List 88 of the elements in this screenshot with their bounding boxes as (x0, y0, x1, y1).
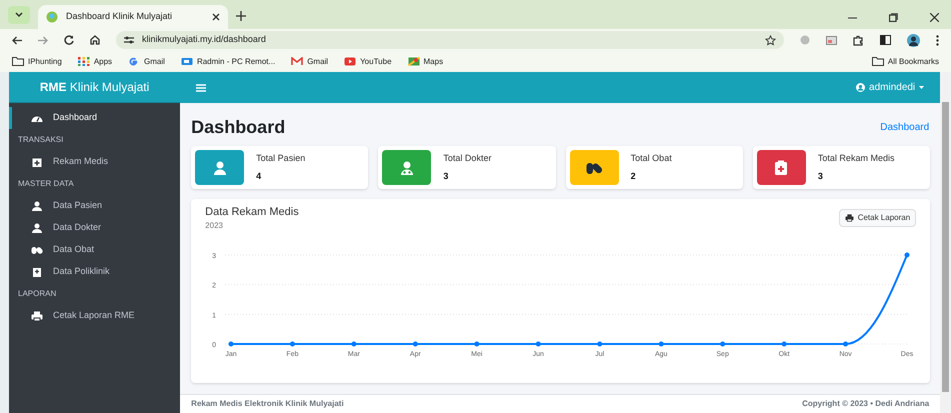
new-tab-icon[interactable] (236, 11, 246, 21)
card-title: Data Rekam Medis (205, 206, 299, 220)
section-header: LAPORAN (17, 288, 58, 300)
bookmark-link[interactable]: Radmin - PC Remot... (196, 56, 276, 68)
caret-icon (919, 86, 924, 89)
side-panel-icon[interactable] (880, 35, 891, 45)
url-text: klinikmulyajati.my.id/dashboard (142, 33, 267, 46)
stat-value: 3 (818, 170, 824, 182)
sidebar-item[interactable]: Cetak Laporan RME (9, 305, 180, 327)
sidebar-item[interactable]: Data Pasien (9, 195, 180, 217)
stat-label: Total Dokter (443, 152, 492, 165)
data-point (597, 341, 602, 346)
breadcrumb-link[interactable]: Dashboard (880, 120, 930, 135)
doctor-icon (31, 222, 43, 234)
more-icon[interactable] (936, 34, 939, 46)
bookmark-link[interactable]: All Bookmarks (888, 56, 939, 68)
stat-label: Total Rekam Medis (818, 152, 894, 165)
google-icon (128, 57, 140, 66)
profile-avatar-icon[interactable] (907, 34, 920, 46)
stat-value: 4 (256, 170, 262, 182)
data-point (904, 252, 910, 258)
bookmark-link[interactable]: YouTube (360, 56, 392, 68)
clipboard-icon (31, 156, 43, 168)
hospital-icon (31, 266, 43, 278)
print-icon (31, 310, 43, 322)
data-point (720, 341, 726, 346)
sidebar-item[interactable]: Data Dokter (9, 217, 180, 239)
minimize-icon[interactable] (848, 17, 857, 19)
data-point (536, 341, 541, 346)
bookmark-link[interactable]: Apps (94, 56, 112, 68)
address-bar[interactable]: klinikmulyajati.my.id/dashboard (116, 31, 784, 49)
bookmark-link[interactable]: Gmail (144, 56, 165, 68)
user-icon (31, 200, 43, 212)
browser-tab[interactable]: Dashboard Klinik Mulyajati (38, 5, 228, 29)
tab-search-button[interactable] (8, 6, 30, 24)
data-point (290, 341, 296, 346)
print-report-button[interactable]: Cetak Laporan (838, 209, 916, 227)
restore-icon[interactable] (889, 13, 898, 22)
home-icon[interactable] (90, 35, 100, 45)
close-icon[interactable] (930, 13, 939, 22)
data-point (843, 341, 848, 346)
cast-icon[interactable] (826, 36, 837, 44)
data-point (228, 341, 234, 346)
play-icon (344, 57, 356, 66)
copyright-text: Copyright © 2023 • Dedi Andriana (802, 398, 930, 410)
data-point (413, 341, 418, 346)
user-icon (856, 83, 866, 92)
sidebar-item[interactable]: Data Poliklinik (9, 261, 180, 283)
tab-title: Dashboard Klinik Mulyajati (66, 10, 174, 24)
data-point (658, 341, 664, 346)
map-icon (408, 57, 420, 66)
page-title: Dashboard (191, 116, 286, 139)
stat-value: 3 (443, 170, 450, 182)
sidebar-item[interactable]: Rekam Medis (9, 151, 180, 173)
data-point (352, 341, 357, 346)
section-header: TRANSAKSI (17, 134, 64, 146)
reload-icon[interactable] (64, 35, 74, 45)
forward-icon[interactable] (38, 36, 48, 44)
data-point (782, 341, 787, 346)
menu-icon[interactable] (196, 84, 206, 92)
capsules-icon (31, 244, 43, 256)
puzzle-icon[interactable] (853, 34, 864, 46)
stat-label: Total Obat (630, 152, 672, 165)
data-point (474, 341, 480, 346)
print-icon (844, 214, 854, 222)
card-subtitle: 2023 (205, 220, 224, 232)
site-settings-icon[interactable] (124, 36, 134, 44)
caret-icon (15, 12, 23, 18)
folder-icon (872, 57, 884, 66)
close-icon[interactable] (212, 13, 220, 21)
bookmark-link[interactable]: Maps (424, 56, 444, 68)
bookmark-link[interactable]: Gmail (307, 56, 328, 68)
doctor-icon (398, 160, 415, 176)
remote-desktop-icon (180, 57, 193, 66)
sidebar-item[interactable]: Data Obat (9, 239, 180, 261)
mail-icon (291, 57, 304, 66)
clipboard-icon (773, 160, 790, 176)
site-icon (46, 11, 58, 23)
bookmark-link[interactable]: IPhunting (28, 56, 62, 68)
stat-label: Total Pasien (256, 152, 306, 165)
apps-grid-icon (78, 57, 90, 66)
stat-value: 2 (630, 170, 637, 182)
folder-icon (12, 57, 24, 66)
star-icon[interactable] (765, 34, 776, 46)
back-icon[interactable] (12, 36, 22, 44)
footer-text: Rekam Medis Elektronik Klinik Mulyajati (191, 398, 344, 410)
section-header: MASTER DATA (17, 178, 75, 190)
patient-icon (212, 160, 228, 176)
